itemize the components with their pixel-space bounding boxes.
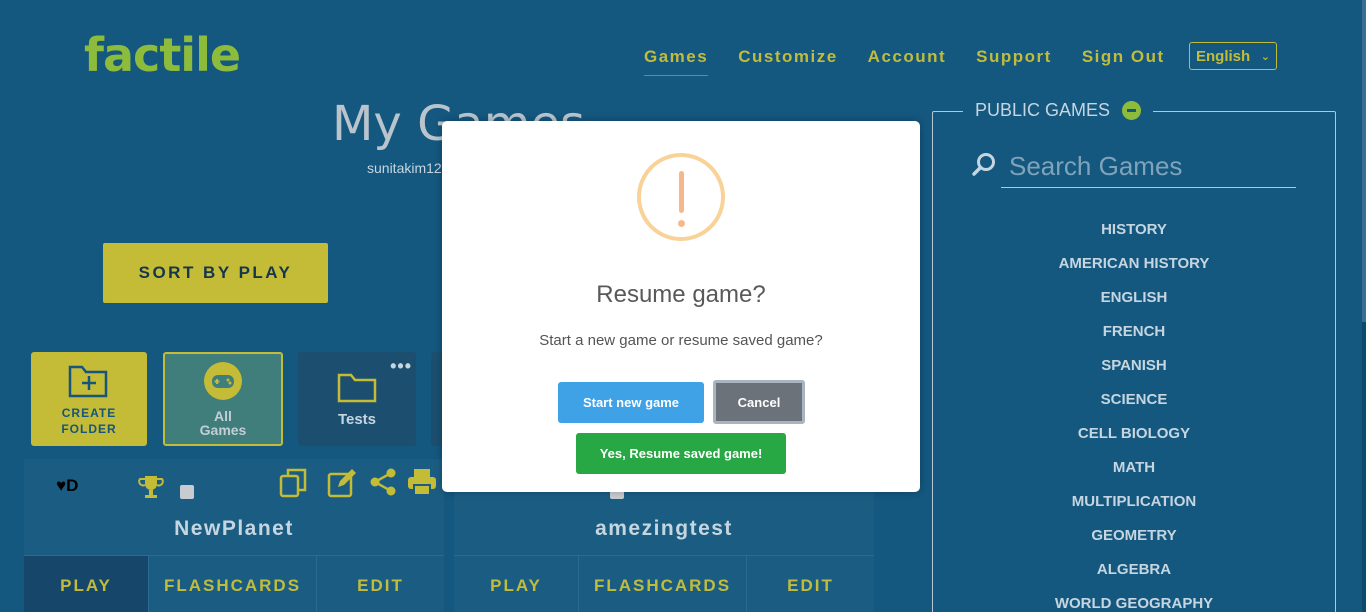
category-cell-biology[interactable]: CELL BIOLOGY: [1034, 425, 1234, 459]
more-icon[interactable]: •••: [390, 356, 412, 377]
nav-account[interactable]: Account: [868, 47, 947, 76]
collapse-icon[interactable]: [1122, 101, 1142, 120]
public-games-header: PUBLIC GAMES: [963, 100, 1154, 121]
category-algebra[interactable]: ALGEBRA: [1034, 561, 1234, 595]
game-card-newplanet: ♥D NewPlanet PLAY FLASHCARDS EDIT: [24, 459, 444, 612]
all-games-label: All Games: [199, 408, 247, 438]
all-games-tile[interactable]: All Games: [163, 352, 283, 446]
share-icon[interactable]: [368, 467, 398, 497]
nav-games[interactable]: Games: [644, 47, 709, 76]
checkbox-icon[interactable]: [180, 485, 194, 499]
page-scrollbar[interactable]: [1362, 0, 1366, 612]
factile-logo[interactable]: factile: [84, 28, 241, 82]
search-icon: [972, 153, 995, 176]
play-button[interactable]: PLAY: [24, 556, 149, 612]
language-select[interactable]: English ⌄: [1189, 42, 1277, 70]
trophy-icon[interactable]: [137, 473, 165, 501]
gamepad-icon: [204, 362, 242, 400]
print-icon[interactable]: [406, 467, 438, 497]
category-french[interactable]: FRENCH: [1034, 323, 1234, 357]
cancel-button[interactable]: Cancel: [713, 380, 805, 424]
category-multiplication[interactable]: MULTIPLICATION: [1034, 493, 1234, 527]
language-value: English: [1196, 47, 1251, 65]
category-geometry[interactable]: GEOMETRY: [1034, 527, 1234, 561]
flashcards-button[interactable]: FLASHCARDS: [579, 556, 747, 612]
folder-tile-tests[interactable]: ••• Tests: [298, 352, 416, 446]
chevron-down-icon: ⌄: [1260, 50, 1270, 63]
heart-icon[interactable]: ♥D: [56, 476, 78, 496]
category-world-geography[interactable]: WORLD GEOGRAPHY: [1034, 595, 1234, 612]
create-folder-tile[interactable]: CREATE FOLDER: [31, 352, 147, 446]
create-folder-label: CREATE FOLDER: [61, 406, 117, 436]
dialog-title: Resume game?: [596, 281, 766, 308]
add-folder-icon: [68, 365, 108, 398]
category-history[interactable]: HISTORY: [1034, 221, 1234, 255]
username: sunitakim12: [367, 160, 442, 176]
play-button[interactable]: PLAY: [454, 556, 579, 612]
sort-by-play-button[interactable]: SORT BY PLAY: [103, 243, 328, 303]
category-english[interactable]: ENGLISH: [1034, 289, 1234, 323]
edit-button[interactable]: EDIT: [317, 556, 444, 612]
category-list: HISTORY AMERICAN HISTORY ENGLISH FRENCH …: [1034, 221, 1234, 612]
warning-bar: [679, 171, 684, 213]
card-toolbar: ♥D: [24, 459, 444, 517]
resume-saved-game-button[interactable]: Yes, Resume saved game!: [576, 433, 786, 474]
edit-icon[interactable]: [326, 467, 358, 499]
public-games-title: PUBLIC GAMES: [975, 100, 1111, 120]
warning-icon: [637, 153, 725, 241]
resume-game-dialog: Resume game? Start a new game or resume …: [442, 121, 920, 492]
edit-button[interactable]: EDIT: [747, 556, 874, 612]
game-title: NewPlanet: [174, 517, 294, 540]
nav-support[interactable]: Support: [976, 47, 1052, 76]
warning-dot: [678, 220, 685, 227]
main-nav: Games Customize Account Support Sign Out: [644, 47, 1195, 76]
nav-customize[interactable]: Customize: [738, 47, 837, 76]
dialog-message: Start a new game or resume saved game?: [539, 332, 823, 349]
nav-sign-out[interactable]: Sign Out: [1082, 47, 1165, 76]
category-math[interactable]: MATH: [1034, 459, 1234, 493]
category-science[interactable]: SCIENCE: [1034, 391, 1234, 425]
start-new-game-button[interactable]: Start new game: [558, 382, 704, 423]
category-spanish[interactable]: SPANISH: [1034, 357, 1234, 391]
folder-icon: [337, 373, 377, 402]
folder-label: Tests: [337, 410, 377, 428]
card-actions: PLAY FLASHCARDS EDIT: [454, 555, 874, 612]
card-actions: PLAY FLASHCARDS EDIT: [24, 555, 444, 612]
search-input[interactable]: [1001, 146, 1296, 188]
category-american-history[interactable]: AMERICAN HISTORY: [1034, 255, 1234, 289]
scrollbar-thumb[interactable]: [1362, 0, 1366, 322]
game-title: amezingtest: [595, 517, 733, 540]
flashcards-button[interactable]: FLASHCARDS: [149, 556, 317, 612]
copy-icon[interactable]: [278, 467, 310, 499]
